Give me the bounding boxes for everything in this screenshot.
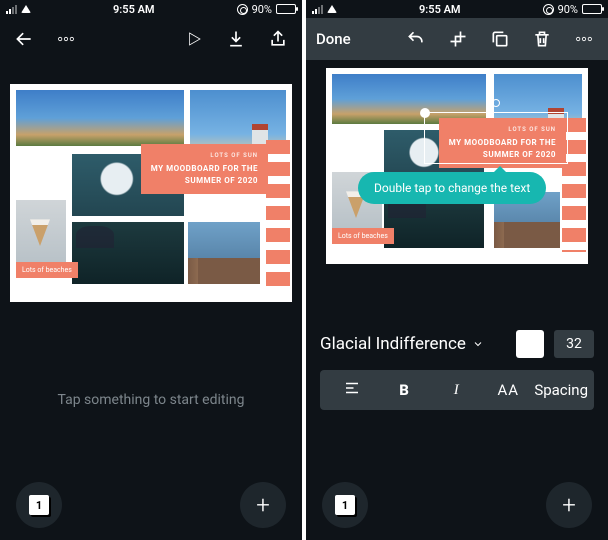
back-button[interactable] xyxy=(10,25,38,53)
bold-button[interactable]: B xyxy=(378,381,430,399)
share-button[interactable] xyxy=(264,25,292,53)
more-button[interactable] xyxy=(52,25,80,53)
format-bar: B I AA Spacing xyxy=(320,370,594,410)
edit-tooltip: Double tap to change the text xyxy=(358,172,546,204)
chevron-down-icon xyxy=(472,338,484,350)
headline-line2: SUMMER OF 2020 xyxy=(185,176,258,185)
add-button[interactable]: + xyxy=(240,482,286,528)
bottom-bar: 1 + xyxy=(306,470,608,540)
status-bar: 9:55 AM 90% xyxy=(306,0,608,18)
crop-button[interactable] xyxy=(444,25,472,53)
pages-button[interactable]: 1 xyxy=(322,482,368,528)
design-canvas[interactable]: LOTS OF SUN MY MOODBOARD FOR THE SUMMER … xyxy=(326,68,588,264)
canvas-area[interactable]: LOTS OF SUN MY MOODBOARD FOR THE SUMMER … xyxy=(0,60,302,470)
edit-toolbar: Done xyxy=(306,18,608,60)
rotate-handle-icon[interactable] xyxy=(492,99,500,107)
orientation-lock-icon xyxy=(237,4,248,15)
editor-toolbar xyxy=(0,18,302,60)
wifi-icon xyxy=(327,5,337,13)
delete-button[interactable] xyxy=(528,25,556,53)
screenshot-left: 9:55 AM 90% xyxy=(0,0,302,540)
caption-text[interactable]: Lots of beaches xyxy=(332,228,394,244)
add-button[interactable]: + xyxy=(546,482,592,528)
headline-sub: LOTS OF SUN xyxy=(151,152,258,160)
undo-button[interactable] xyxy=(402,25,430,53)
more-button[interactable] xyxy=(570,25,598,53)
pages-button[interactable]: 1 xyxy=(16,482,62,528)
plus-icon: + xyxy=(256,491,270,519)
bottom-bar: 1 + xyxy=(0,470,302,540)
selection-box[interactable] xyxy=(424,112,568,164)
caption-text[interactable]: Lots of beaches xyxy=(16,262,78,278)
battery-icon xyxy=(276,4,296,14)
headline-line1: MY MOODBOARD FOR THE xyxy=(151,164,258,173)
screenshot-right: 9:55 AM 90% Done xyxy=(306,0,608,540)
cell-signal-icon xyxy=(312,4,323,14)
page-indicator: 1 xyxy=(29,495,49,515)
battery-percent: 90% xyxy=(252,3,272,16)
duplicate-button[interactable] xyxy=(486,25,514,53)
uppercase-button[interactable]: AA xyxy=(482,381,534,399)
status-time: 9:55 AM xyxy=(113,3,155,16)
play-button[interactable] xyxy=(180,25,208,53)
status-time: 9:55 AM xyxy=(419,3,461,16)
photo-beach-pano[interactable] xyxy=(16,90,184,146)
orientation-lock-icon xyxy=(543,4,554,15)
battery-percent: 90% xyxy=(558,3,578,16)
design-canvas[interactable]: LOTS OF SUN MY MOODBOARD FOR THE SUMMER … xyxy=(10,84,292,302)
align-icon xyxy=(343,379,361,397)
font-selector[interactable]: Glacial Indifference xyxy=(320,334,506,354)
battery-icon xyxy=(582,4,602,14)
plus-icon: + xyxy=(562,491,576,519)
italic-button[interactable]: I xyxy=(430,382,482,399)
color-swatch[interactable] xyxy=(516,330,544,358)
photo-dock[interactable] xyxy=(188,222,260,284)
editor-hint: Tap something to start editing xyxy=(58,392,245,408)
wifi-icon xyxy=(21,5,31,13)
done-button[interactable]: Done xyxy=(316,30,351,48)
headline-text[interactable]: LOTS OF SUN MY MOODBOARD FOR THE SUMMER … xyxy=(141,144,268,194)
cell-signal-icon xyxy=(6,4,17,14)
brush-stroke-decor[interactable] xyxy=(266,140,290,290)
photo-icecream[interactable] xyxy=(16,200,66,262)
spacing-button[interactable]: Spacing xyxy=(534,381,588,399)
align-button[interactable] xyxy=(326,379,378,401)
text-controls: Glacial Indifference 32 B I AA Spacing xyxy=(306,330,608,410)
selection-handle-icon[interactable] xyxy=(420,108,430,118)
canvas-area[interactable]: LOTS OF SUN MY MOODBOARD FOR THE SUMMER … xyxy=(306,60,608,264)
font-size-field[interactable]: 32 xyxy=(554,330,594,358)
photo-coast[interactable] xyxy=(72,222,184,284)
page-indicator: 1 xyxy=(335,495,355,515)
status-bar: 9:55 AM 90% xyxy=(0,0,302,18)
download-button[interactable] xyxy=(222,25,250,53)
font-name: Glacial Indifference xyxy=(320,334,466,354)
